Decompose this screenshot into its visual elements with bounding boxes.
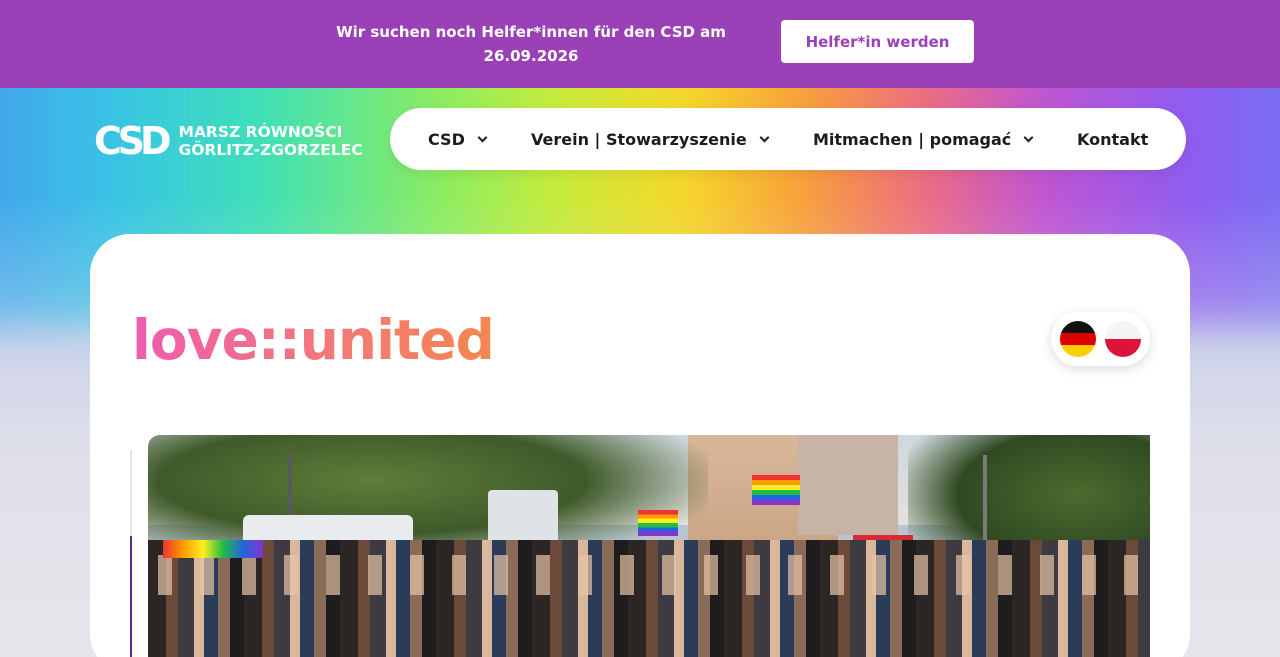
chevron-down-icon: [477, 132, 488, 142]
logo-wordmark: MARSZ RÓWNOŚCI GÖRLITZ-ZGORZELEC: [179, 123, 363, 159]
announcement-bar: Wir suchen noch Helfer*innen für den CSD…: [0, 0, 1280, 88]
nav-item-verein[interactable]: Verein | Stowarzyszenie: [531, 108, 770, 170]
announcement-text: Wir suchen noch Helfer*innen für den CSD…: [336, 23, 726, 65]
photo-building: [798, 435, 898, 535]
chevron-down-icon: [1023, 132, 1034, 142]
nav-item-mitmachen[interactable]: Mitmachen | pomagać: [813, 108, 1034, 170]
main-navigation: CSD Verein | Stowarzyszenie Mitmachen | …: [390, 108, 1186, 170]
de-flag-icon[interactable]: [1060, 321, 1096, 357]
nav-item-label: Mitmachen | pomagać: [813, 129, 1012, 149]
nav-item-label: Kontakt: [1077, 129, 1149, 149]
nav-item-label: Verein | Stowarzyszenie: [531, 129, 747, 149]
rainbow-flag-icon: [638, 510, 678, 536]
logo-line-2: GÖRLITZ-ZGORZELEC: [178, 141, 363, 159]
csd-logo-mark: CSD: [94, 119, 171, 163]
language-switcher: [1051, 312, 1150, 366]
logo-line-1: MARSZ RÓWNOŚCI: [178, 123, 343, 141]
site-logo[interactable]: CSD MARSZ RÓWNOŚCI GÖRLITZ-ZGORZELEC: [94, 121, 363, 161]
divider-accent: [130, 536, 132, 657]
become-helper-button[interactable]: Helfer*in werden: [781, 20, 974, 63]
rainbow-banner: [163, 540, 263, 558]
photo-crowd-faces: [148, 555, 1150, 595]
pl-flag-icon[interactable]: [1105, 321, 1141, 357]
nav-item-label: CSD: [428, 129, 465, 149]
rainbow-flag-icon: [752, 475, 800, 505]
nav-item-kontakt[interactable]: Kontakt: [1077, 108, 1148, 170]
page-title: love::united: [132, 308, 495, 372]
nav-item-csd[interactable]: CSD: [428, 108, 488, 170]
chevron-down-icon: [759, 132, 770, 142]
parade-photo: [148, 435, 1150, 657]
